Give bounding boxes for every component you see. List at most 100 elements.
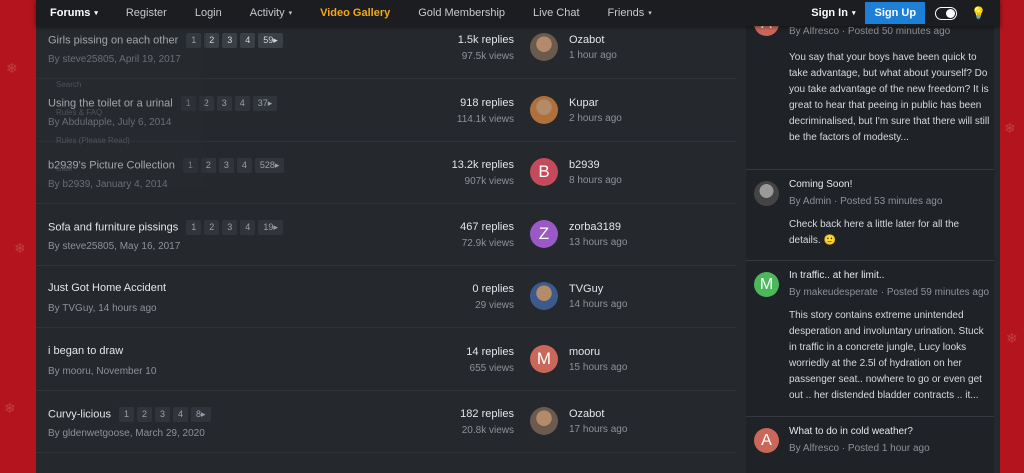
page-link[interactable]: 1 (186, 220, 202, 235)
reply-count: 182 replies (460, 408, 514, 420)
page-link[interactable]: 3 (216, 96, 232, 111)
avatar-letter: Z (538, 224, 550, 243)
last-post-time: 13 hours ago (569, 237, 628, 248)
page-link[interactable]: 528▸ (254, 158, 285, 173)
topic-row[interactable]: Curvy-licious 1 2 3 4 8▸ By gldenwetgoose, Mar… (36, 391, 736, 453)
avatar[interactable]: M (530, 345, 558, 373)
last-poster-name[interactable]: mooru (569, 346, 600, 358)
topic-title[interactable]: Sofa and furniture pissings 1 2 3 4 19▸ (48, 220, 283, 235)
page-link[interactable]: 4 (240, 220, 256, 235)
theme-toggle-icon[interactable] (935, 6, 958, 20)
topic-title-text[interactable]: Sofa and furniture pissings (48, 221, 178, 233)
pagination: 1 2 3 4 19▸ (186, 220, 283, 235)
nav-item-label: Live Chat (533, 7, 580, 19)
nav-item-label: Activity (249, 7, 285, 19)
avatar[interactable] (530, 33, 558, 61)
page-link[interactable]: 4 (234, 96, 250, 111)
lightbulb-icon[interactable]: 💡 (971, 6, 986, 20)
topic-stats: 918 replies 114.1k views (457, 97, 514, 125)
faded-menu-item: Staff (56, 164, 73, 173)
topic-row[interactable]: Just Got Home Accident By TVGuy, 14 hours… (36, 266, 736, 328)
post-avatar[interactable]: M (754, 272, 779, 297)
last-post-time: 17 hours ago (569, 424, 628, 435)
topic-title-text[interactable]: Curvy-licious (48, 408, 111, 420)
topic-stats: 467 replies 72.9k views (460, 221, 514, 249)
avatar[interactable]: Z (530, 220, 558, 248)
topic-title[interactable]: Just Got Home Accident (48, 282, 166, 294)
page-link[interactable]: 37▸ (252, 96, 278, 111)
last-post-time: 14 hours ago (569, 299, 628, 310)
nav-item-live-chat[interactable]: Live Chat (519, 0, 593, 26)
page-link[interactable]: 19▸ (258, 220, 283, 235)
page-link[interactable]: 1 (118, 407, 134, 422)
page-link[interactable]: 3 (218, 158, 234, 173)
topic-stats: 13.2k replies 907k views (452, 159, 514, 187)
post-title[interactable]: What to do in cold weather? (789, 426, 913, 437)
post-title[interactable]: In traffic.. at her limit.. (789, 270, 884, 281)
nav-item-video-gallery[interactable]: Video Gallery (306, 0, 404, 26)
post-divider (746, 169, 994, 170)
top-navigation-bar: Forums ▾ Register Login Activity ▾ Video Galle… (36, 0, 1000, 26)
faded-menu-item: Rules & FAQ (56, 108, 103, 117)
page-link[interactable]: 8▸ (191, 407, 211, 422)
nav-item-label: Register (125, 7, 167, 19)
page-link[interactable]: 59▸ (258, 33, 283, 48)
avatar[interactable] (530, 96, 558, 124)
last-poster-name[interactable]: Ozabot (569, 408, 604, 420)
topic-title[interactable]: Curvy-licious 1 2 3 4 8▸ (48, 407, 211, 422)
post-avatar[interactable]: A (754, 428, 779, 453)
topic-row[interactable]: Sofa and furniture pissings 1 2 3 4 19▸ By ste… (36, 204, 736, 266)
last-post-time: 8 hours ago (569, 175, 622, 186)
sign-up-button[interactable]: Sign Up (865, 2, 926, 24)
post-avatar[interactable] (754, 181, 779, 206)
page-link[interactable]: 2 (204, 220, 220, 235)
last-post-time: 15 hours ago (569, 362, 628, 373)
page-link[interactable]: 3 (222, 33, 238, 48)
post-title[interactable]: Coming Soon! (789, 179, 852, 190)
last-poster-name[interactable]: Ozabot (569, 34, 604, 46)
avatar-letter: B (538, 162, 550, 181)
page-link[interactable]: 4 (236, 158, 252, 173)
sign-in-button[interactable]: Sign In ▾ (801, 7, 865, 19)
page-link[interactable]: 4 (240, 33, 256, 48)
reply-count: 1.5k replies (457, 34, 514, 46)
avatar-letter: M (759, 275, 774, 293)
nav-item-register[interactable]: Register (112, 0, 181, 26)
topic-title-text[interactable]: i began to draw (48, 345, 123, 357)
avatar-letter: M (536, 349, 552, 368)
page-link[interactable]: 3 (222, 220, 238, 235)
pagination: 1 2 3 4 8▸ (118, 407, 211, 422)
view-count: 655 views (469, 363, 514, 374)
nav-item-login[interactable]: Login (181, 0, 236, 26)
page-link[interactable]: 4 (173, 407, 189, 422)
chevron-down-icon: ▾ (648, 10, 652, 17)
avatar[interactable]: B (530, 158, 558, 186)
nav-item-forums[interactable]: Forums ▾ (36, 0, 112, 26)
page-link[interactable]: 3 (155, 407, 171, 422)
avatar[interactable] (530, 407, 558, 435)
page-link[interactable]: 2 (204, 33, 220, 48)
topic-title[interactable]: i began to draw (48, 345, 123, 357)
post-meta: By Alfresco · Posted 50 minutes ago (789, 26, 951, 37)
last-poster-name[interactable]: zorba3189 (569, 221, 621, 233)
last-post-time: 2 hours ago (569, 113, 622, 124)
last-post-time: 1 hour ago (569, 50, 617, 61)
nav-item-gold-membership[interactable]: Gold Membership (404, 0, 519, 26)
last-poster-name[interactable]: Kupar (569, 97, 598, 109)
last-poster-name[interactable]: TVGuy (569, 283, 603, 295)
view-count: 907k views (464, 176, 514, 187)
topic-title-text[interactable]: Just Got Home Accident (48, 282, 166, 294)
post-excerpt: Check back here a little later for all t… (789, 219, 960, 246)
chevron-down-icon: ▾ (94, 10, 98, 17)
topic-author-date: By gldenwetgoose, March 29, 2020 (48, 428, 205, 439)
nav-item-activity[interactable]: Activity ▾ (236, 0, 306, 26)
page-link[interactable]: 2 (136, 407, 152, 422)
avatar[interactable] (530, 282, 558, 310)
reply-count: 14 replies (466, 346, 514, 358)
nav-item-label: Login (194, 7, 222, 19)
view-count: 97.5k views (461, 51, 514, 62)
topic-row[interactable]: i began to draw By mooru, November 10 14 r… (36, 329, 736, 391)
faded-dropdown-menu: Search Rules & FAQ Rules (Please Read) Staf… (36, 28, 206, 188)
last-poster-name[interactable]: b2939 (569, 159, 600, 171)
nav-item-friends[interactable]: Friends ▾ (594, 0, 666, 26)
